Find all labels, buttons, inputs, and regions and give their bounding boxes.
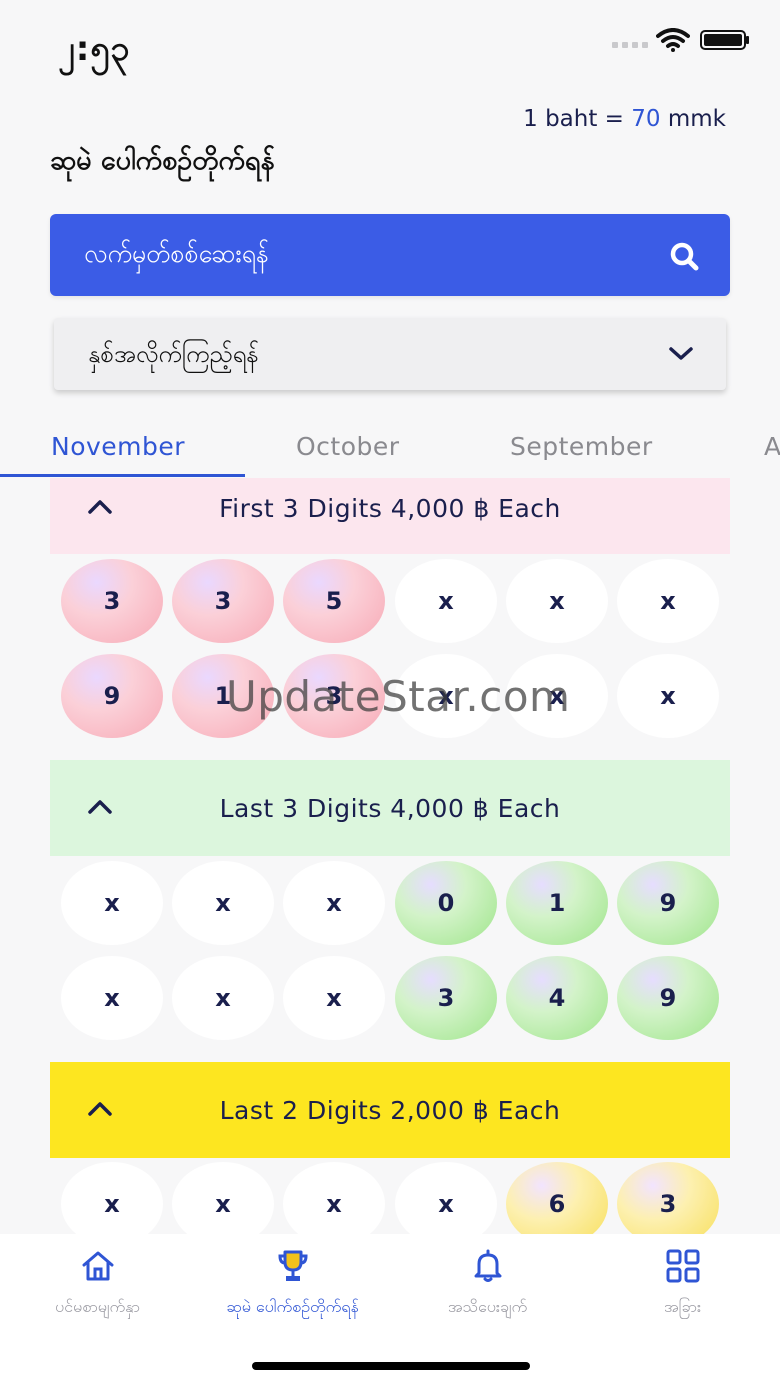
wifi-icon	[656, 28, 690, 52]
digit-ball: x	[172, 861, 274, 945]
nav-item-home[interactable]: ပင်မစာမျက်နှာ	[0, 1234, 195, 1344]
battery-icon	[700, 30, 749, 50]
grid-icon	[666, 1249, 700, 1283]
year-select-label: နှစ်အလိုက်ကြည့်ရန်	[88, 340, 259, 368]
digit-ball: 5	[283, 559, 385, 643]
page-title: ဆုမဲ ပေါက်စဥ်တိုက်ရန်	[50, 145, 275, 176]
exchange-rate-value: 70	[631, 106, 661, 132]
digit-ball: x	[61, 1162, 163, 1234]
month-tabs: November October September A	[0, 420, 780, 480]
cellular-signal-icon	[612, 42, 648, 50]
digit-ball: x	[283, 1162, 385, 1234]
nav-label: ပင်မစာမျက်နှာ	[55, 1297, 140, 1316]
digit-ball: x	[61, 861, 163, 945]
digit-ball: x	[506, 654, 608, 738]
digit-ball: x	[395, 1162, 497, 1234]
nav-item-results[interactable]: ဆုမဲ ပေါက်စဥ်တိုက်ရန်	[195, 1234, 390, 1344]
active-tab-indicator	[0, 474, 245, 477]
digit-ball: 1	[506, 861, 608, 945]
digit-ball: 1	[172, 654, 274, 738]
digit-ball: x	[617, 559, 719, 643]
nav-item-more[interactable]: အခြား	[585, 1234, 780, 1344]
digit-ball: 9	[61, 654, 163, 738]
ticket-check-label: လက်မှတ်စစ်ဆေးရန်	[84, 239, 270, 268]
results-list[interactable]: First 3 Digits 4,000 ฿ Each 3 3 5 x x x …	[0, 478, 780, 1234]
digit-ball: 3	[172, 559, 274, 643]
exchange-rate-suffix: mmk	[660, 106, 726, 132]
digit-ball: 4	[506, 956, 608, 1040]
tab-november[interactable]: November	[51, 432, 185, 461]
digit-ball: 3	[61, 559, 163, 643]
exchange-rate: 1 baht = 70 mmk	[523, 106, 726, 132]
bell-icon	[474, 1249, 502, 1282]
digit-ball: x	[172, 1162, 274, 1234]
digit-ball: x	[395, 654, 497, 738]
digit-ball: 3	[283, 654, 385, 738]
digit-ball: 3	[617, 1162, 719, 1234]
exchange-rate-prefix: 1 baht =	[523, 106, 632, 132]
digit-ball: x	[283, 956, 385, 1040]
chevron-down-icon	[669, 347, 693, 360]
home-indicator	[252, 1362, 530, 1370]
digit-ball: 0	[395, 861, 497, 945]
section-header-first-3-digits[interactable]: First 3 Digits 4,000 ฿ Each	[50, 478, 730, 554]
digit-ball: 3	[395, 956, 497, 1040]
digit-ball: x	[61, 956, 163, 1040]
digit-ball: x	[506, 559, 608, 643]
nav-item-notifications[interactable]: အသိပေးချက်	[390, 1234, 585, 1344]
digit-ball: x	[395, 559, 497, 643]
status-time: ၂:၅၃	[58, 29, 131, 69]
nav-label: အခြား	[663, 1297, 701, 1316]
digit-ball: x	[172, 956, 274, 1040]
year-select-dropdown[interactable]: နှစ်အလိုက်ကြည့်ရန်	[54, 318, 726, 390]
tab-next-month[interactable]: A	[764, 432, 780, 461]
search-icon	[670, 242, 699, 271]
digit-ball: 9	[617, 956, 719, 1040]
tab-october[interactable]: October	[296, 432, 400, 461]
bottom-nav: ပင်မစာမျက်နှာ ဆုမဲ ပေါက်စဥ်တိုက်ရန် အသိပ…	[0, 1234, 780, 1387]
tab-september[interactable]: September	[510, 432, 653, 461]
nav-label: ဆုမဲ ပေါက်စဥ်တိုက်ရန်	[226, 1297, 359, 1316]
trophy-icon	[278, 1250, 308, 1281]
digit-ball: 6	[506, 1162, 608, 1234]
digit-ball: x	[617, 654, 719, 738]
status-bar: ၂:၅၃	[0, 0, 780, 90]
section-title: Last 3 Digits 4,000 ฿ Each	[219, 794, 561, 823]
digit-ball: 9	[617, 861, 719, 945]
home-icon	[82, 1251, 114, 1281]
digit-ball: x	[283, 861, 385, 945]
section-header-last-3-digits[interactable]: Last 3 Digits 4,000 ฿ Each	[50, 760, 730, 856]
nav-label: အသိပေးချက်	[447, 1297, 528, 1316]
section-title: First 3 Digits 4,000 ฿ Each	[219, 494, 561, 523]
section-header-last-2-digits[interactable]: Last 2 Digits 2,000 ฿ Each	[50, 1062, 730, 1158]
section-title: Last 2 Digits 2,000 ฿ Each	[219, 1096, 561, 1125]
ticket-check-button[interactable]: လက်မှတ်စစ်ဆေးရန်	[50, 214, 730, 296]
